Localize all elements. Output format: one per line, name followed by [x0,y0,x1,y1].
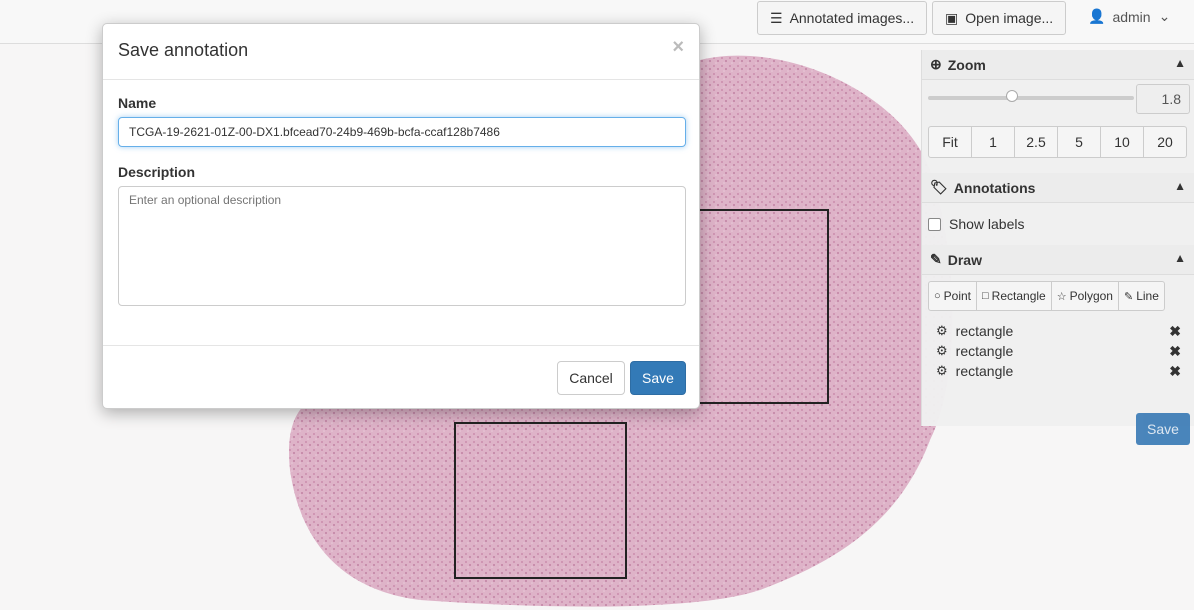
modal-body: Name TCGA-19-2621-01Z-00-DX1.bfcead70-24… [103,80,699,346]
name-field[interactable]: TCGA-19-2621-01Z-00-DX1.bfcead70-24b9-46… [118,117,686,147]
modal-header: Save annotation × [103,24,699,80]
name-label: Name [118,95,157,111]
modal-title: Save annotation [118,40,249,60]
close-icon[interactable]: × [672,36,684,59]
save-button[interactable]: Save [630,361,686,395]
cancel-button[interactable]: Cancel [557,361,625,395]
modal-footer: Cancel Save [103,345,699,409]
description-label: Description [118,164,196,180]
description-field[interactable] [118,186,686,306]
save-annotation-modal: Save annotation × Name TCGA-19-2621-01Z-… [102,23,700,409]
